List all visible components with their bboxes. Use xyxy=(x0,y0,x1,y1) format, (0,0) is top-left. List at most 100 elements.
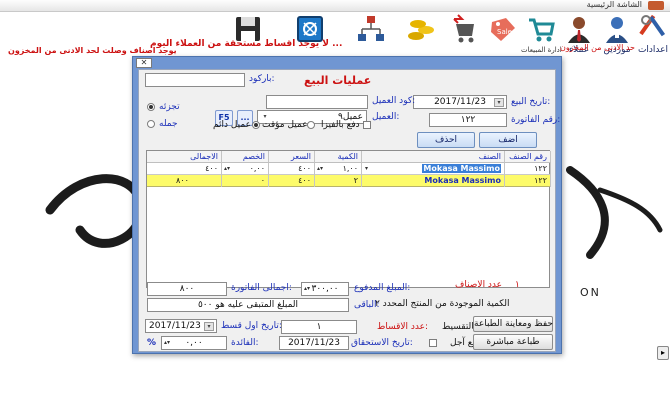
row-quantity: ٢ xyxy=(315,175,362,187)
remaining-label: الباقى: xyxy=(354,300,380,310)
items-count-label: عدد الاصناف xyxy=(455,280,503,290)
header-price[interactable]: السعر xyxy=(269,151,315,163)
customer-label: العميل: xyxy=(372,112,400,122)
interest-label: الفائدة: xyxy=(231,338,259,348)
permanent-customer-label: عميل دائم xyxy=(213,120,251,130)
add-item-button[interactable]: اضف xyxy=(479,132,537,148)
entry-item[interactable]: Mokasa Massimo ▾ xyxy=(362,163,505,175)
stock-min-notice-tail: حد الادنى من المخزون xyxy=(560,43,635,52)
entry-price[interactable]: ٤٠٠ xyxy=(269,163,315,175)
dialog-title: عمليات البيع xyxy=(304,74,372,87)
row-item: Mokasa Massimo xyxy=(362,175,505,187)
row-total: ٨٠٠ xyxy=(147,175,222,187)
interest-stepper[interactable]: ▴▾ xyxy=(164,337,170,349)
first-installment-date-picker[interactable]: 2017/11/23 ▾ xyxy=(145,319,217,333)
due-date-checkbox[interactable] xyxy=(429,339,437,347)
temp-customer-radio[interactable] xyxy=(307,121,315,129)
calendar-dropdown-icon[interactable]: ▾ xyxy=(494,98,504,107)
amount-paid-stepper[interactable]: ▴▾ xyxy=(304,283,310,295)
wholesale-radio[interactable] xyxy=(147,120,155,128)
organization-button[interactable] xyxy=(352,14,390,60)
installments-count-label: عدد الاقساط: xyxy=(377,322,429,332)
barcode-label: باركود: xyxy=(249,74,275,84)
due-date-label: تاريخ الاستحقاق: xyxy=(351,338,413,348)
invoice-total-label: اجمالى الفاتورة: xyxy=(231,283,292,293)
header-item-no[interactable]: رقم الصنف xyxy=(505,151,551,163)
entry-row[interactable]: ١٢٢ Mokasa Massimo ▾ ١,٠٠ ▴▾ ٤٠٠ ٠,٠٠ ▴▾… xyxy=(147,163,551,175)
save-preview-print-button[interactable]: حفظ ومعاينة الطباعة xyxy=(473,316,553,332)
side-scroll-button[interactable]: ▸ xyxy=(657,346,669,360)
due-date-value: 2017/11/23 xyxy=(288,338,340,348)
background-logo-right xyxy=(566,166,663,259)
invoice-number-field: ١٢٢ xyxy=(429,113,507,127)
suppliers-button[interactable]: موردين xyxy=(598,14,636,60)
sales-dialog-body: عمليات البيع باركود: 2017/11/23 ▾ تاريخ … xyxy=(138,69,560,352)
discount-stepper[interactable]: ▴▾ xyxy=(224,163,230,174)
entry-total[interactable]: ٤٠٠ xyxy=(147,163,222,175)
close-button[interactable]: ✕ xyxy=(136,58,152,68)
customers-button[interactable]: عملاء xyxy=(560,14,598,60)
remaining-field: المبلغ المتبقى عليه هو ٥٠٠ xyxy=(147,298,349,312)
interest-input[interactable]: ٠,٠٠ ▴▾ xyxy=(161,336,227,350)
money-button[interactable] xyxy=(402,14,440,60)
main-title-bar: الشاشة الرئيسية xyxy=(0,0,670,12)
sale-date-value: 2017/11/23 xyxy=(434,97,486,107)
entry-quantity-value: ١,٠٠ xyxy=(342,164,358,173)
table-row[interactable]: ١٢٢ Mokasa Massimo ٢ ٤٠٠ ٠ ٨٠٠ xyxy=(147,175,551,187)
due-date-picker[interactable]: 2017/11/23 xyxy=(279,336,349,350)
tools-icon xyxy=(639,14,666,37)
sale-date-picker[interactable]: 2017/11/23 ▾ xyxy=(413,95,507,109)
permanent-customer-radio[interactable] xyxy=(252,121,260,129)
sale-date-label: تاريخ البيع: xyxy=(511,97,551,107)
return-cart-button[interactable] xyxy=(446,14,484,60)
entry-discount[interactable]: ٠,٠٠ ▴▾ xyxy=(222,163,269,175)
sale-tag-icon: Sale xyxy=(491,18,515,41)
row-item-no: ١٢٢ xyxy=(505,175,551,187)
installments-notice: لا يوجد اقساط مستحقة من العملاء اليوم ..… xyxy=(150,39,343,49)
temp-customer-label: عميل مؤقت xyxy=(262,120,308,130)
amount-paid-value: ٣٠٠,٠٠ xyxy=(311,284,339,294)
header-item[interactable]: الصنف xyxy=(362,151,505,163)
sales-admin-label: ادارة المبيعات xyxy=(521,46,562,54)
safe-button[interactable] xyxy=(291,14,329,60)
stock-quantity-message: الكمية الموجودة من المنتج المحدد ٢ xyxy=(375,299,510,309)
percent-sign: % xyxy=(147,338,157,348)
coins-icon xyxy=(408,20,434,40)
sales-cart-icon xyxy=(529,18,555,42)
retail-radio[interactable] xyxy=(147,103,155,111)
direct-print-button[interactable]: طباعة مباشرة xyxy=(473,334,553,350)
org-chart-icon xyxy=(358,16,384,41)
barcode-input[interactable] xyxy=(145,73,245,87)
invoice-total-field: ٨٠٠ xyxy=(147,282,227,296)
main-window-title: الشاشة الرئيسية xyxy=(586,0,642,9)
header-total[interactable]: الاجمالى xyxy=(147,151,222,163)
delete-item-button[interactable]: احذف xyxy=(417,132,475,148)
customer-code-input[interactable] xyxy=(266,95,368,109)
items-count-value: ١ xyxy=(515,280,520,290)
calendar-dropdown-icon[interactable]: ▾ xyxy=(204,322,214,331)
first-installment-date-label: تاريخ اول قسط: xyxy=(221,321,282,331)
installments-count-input[interactable]: ١ xyxy=(281,320,357,334)
amount-paid-input[interactable]: ٣٠٠,٠٠ ▴▾ xyxy=(301,282,349,296)
items-grid[interactable]: رقم الصنف الصنف الكمية السعر الخصم الاجم… xyxy=(146,150,551,288)
entry-item-value: Mokasa Massimo xyxy=(422,164,501,173)
supplier-icon xyxy=(606,17,628,43)
entry-quantity[interactable]: ١,٠٠ ▴▾ xyxy=(315,163,362,175)
entry-discount-value: ٠,٠٠ xyxy=(249,164,265,173)
back-cart-icon xyxy=(453,14,474,43)
app-icon xyxy=(648,1,664,10)
svg-text:Sale: Sale xyxy=(497,28,512,36)
header-quantity[interactable]: الكمية xyxy=(315,151,362,163)
header-discount[interactable]: الخصم xyxy=(222,151,269,163)
interest-value: ٠,٠٠ xyxy=(185,338,203,348)
quantity-stepper[interactable]: ▴▾ xyxy=(317,163,323,174)
entry-item-no[interactable]: ١٢٢ xyxy=(505,163,551,175)
sale-tag-button[interactable]: Sale xyxy=(484,14,522,60)
amount-paid-label: المبلغ المدفوع: xyxy=(354,283,411,293)
row-discount: ٠ xyxy=(222,175,269,187)
save-button[interactable] xyxy=(229,14,267,60)
settings-button[interactable]: اعدادات xyxy=(634,14,670,60)
item-dropdown-icon[interactable]: ▾ xyxy=(365,163,368,174)
visa-label: دفع بالفيزا xyxy=(321,120,360,130)
visa-checkbox[interactable] xyxy=(363,121,371,129)
